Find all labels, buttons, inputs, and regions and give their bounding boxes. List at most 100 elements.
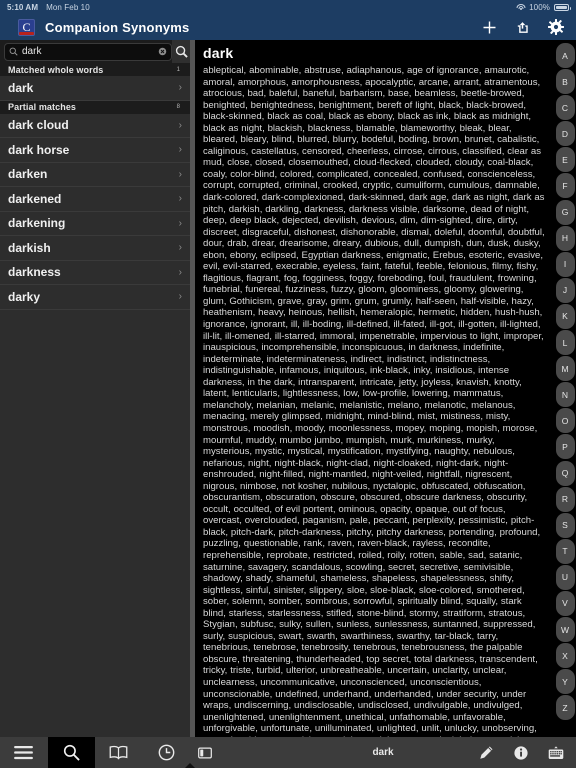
book-icon	[109, 745, 128, 760]
list-item-label: darky	[8, 289, 41, 304]
alpha-index-c[interactable]: C	[555, 95, 575, 121]
search-icon	[9, 47, 18, 56]
bottom-toolbar: dark	[0, 737, 576, 768]
list-item[interactable]: darkened ›	[0, 187, 190, 212]
magnifier-button[interactable]	[172, 40, 190, 63]
status-time: 5:10 AM	[7, 2, 39, 12]
navigation-bar: C Companion Synonyms	[0, 14, 576, 40]
tab-history[interactable]	[143, 737, 191, 768]
chevron-right-icon: ›	[178, 217, 182, 229]
alpha-index-z[interactable]: Z	[555, 695, 575, 721]
list-item-label: darkness	[8, 265, 61, 280]
alpha-index-u[interactable]: U	[555, 564, 575, 590]
alpha-index-g[interactable]: G	[555, 199, 575, 225]
list-item[interactable]: dark ›	[0, 76, 190, 101]
sidebar-toggle-icon	[198, 746, 212, 759]
chevron-right-icon: ›	[178, 266, 182, 278]
sidebar-toggle-button[interactable]	[198, 746, 212, 760]
list-item-label: darkening	[8, 216, 66, 231]
settings-button[interactable]	[548, 19, 564, 35]
page-title: dark	[203, 45, 234, 61]
list-item[interactable]: darky ›	[0, 285, 190, 310]
alpha-index-h[interactable]: H	[555, 225, 575, 251]
chevron-right-icon: ›	[178, 82, 182, 94]
alpha-index-w[interactable]: W	[555, 617, 575, 643]
list-item[interactable]: darken ›	[0, 162, 190, 187]
tab-book[interactable]	[95, 737, 143, 768]
list-item-label: darkish	[8, 240, 51, 255]
section-count: 1	[176, 66, 180, 73]
alpha-index-r[interactable]: R	[555, 486, 575, 512]
info-button[interactable]	[514, 745, 528, 760]
chevron-right-icon: ›	[178, 193, 182, 205]
add-button[interactable]	[482, 20, 497, 35]
alpha-index-v[interactable]: V	[555, 590, 575, 616]
list-item[interactable]: darkish ›	[0, 236, 190, 261]
chevron-right-icon: ›	[178, 291, 182, 303]
app-icon: C	[18, 18, 35, 36]
search-row	[0, 40, 190, 63]
alpha-index-o[interactable]: O	[555, 408, 575, 434]
status-bar: 5:10 AM Mon Feb 10 100%	[0, 0, 576, 14]
chevron-right-icon: ›	[178, 168, 182, 180]
tab-search[interactable]	[47, 737, 95, 768]
section-title: Matched whole words	[8, 64, 104, 75]
alpha-index-s[interactable]: S	[555, 512, 575, 538]
content-toolbar: dark	[190, 737, 576, 768]
list-item[interactable]: dark horse ›	[0, 138, 190, 163]
content-pane: dark ableptical, abominable, abstruse, a…	[190, 40, 576, 737]
search-field[interactable]	[4, 42, 172, 61]
list-item-label: dark horse	[8, 142, 70, 157]
tab-menu[interactable]	[0, 737, 48, 768]
tab-bar	[0, 737, 190, 768]
section-title: Partial matches	[8, 102, 77, 112]
alpha-index-l[interactable]: L	[555, 330, 575, 356]
alpha-index-b[interactable]: B	[555, 69, 575, 95]
alpha-index-f[interactable]: F	[555, 173, 575, 199]
status-date: Mon Feb 10	[46, 2, 90, 12]
share-button[interactable]	[515, 20, 530, 35]
pencil-icon	[480, 746, 493, 759]
keyboard-button[interactable]	[548, 745, 564, 760]
alpha-index-p[interactable]: P	[555, 434, 575, 460]
clock-icon	[158, 744, 175, 761]
chevron-right-icon: ›	[178, 144, 182, 156]
edit-button[interactable]	[479, 745, 494, 760]
search-input[interactable]	[22, 46, 154, 57]
alpha-index-k[interactable]: K	[555, 303, 575, 329]
info-icon	[514, 745, 528, 760]
list-item-label: dark cloud	[8, 118, 69, 133]
alpha-index-i[interactable]: I	[555, 251, 575, 277]
alphabet-index[interactable]: A B C D E F G H I J K L M N O P Q R S T	[554, 40, 576, 737]
app-icon-letter: C	[22, 20, 31, 34]
battery-percent: 100%	[529, 2, 550, 12]
alpha-index-d[interactable]: D	[555, 121, 575, 147]
alpha-index-m[interactable]: M	[555, 356, 575, 382]
alpha-index-e[interactable]: E	[555, 147, 575, 173]
results-list[interactable]: Matched whole words 1 dark › Partial mat…	[0, 63, 190, 737]
list-item[interactable]: darkening ›	[0, 211, 190, 236]
alpha-index-q[interactable]: Q	[555, 460, 575, 486]
clear-icon[interactable]	[158, 47, 167, 56]
toolbar-divider	[185, 763, 195, 768]
alpha-index-n[interactable]: N	[555, 382, 575, 408]
battery-icon	[554, 3, 571, 11]
sidebar: Matched whole words 1 dark › Partial mat…	[0, 40, 190, 737]
alpha-index-t[interactable]: T	[555, 538, 575, 564]
list-item[interactable]: darkness ›	[0, 260, 190, 285]
list-item-label: dark	[8, 80, 34, 95]
list-item-label: darkened	[8, 191, 62, 206]
list-item-label: darken	[8, 167, 48, 182]
article: dark ableptical, abominable, abstruse, a…	[195, 40, 554, 737]
section-header-matched-whole-words: Matched whole words 1	[0, 63, 190, 76]
alpha-index-x[interactable]: X	[555, 643, 575, 669]
keyboard-icon	[548, 745, 564, 759]
section-count: 8	[176, 104, 180, 110]
list-item[interactable]: dark cloud ›	[0, 113, 190, 138]
hamburger-icon	[14, 745, 34, 760]
alpha-index-j[interactable]: J	[555, 277, 575, 303]
magnifier-icon	[175, 45, 188, 58]
app-window: 5:10 AM Mon Feb 10 100% C Companion Syno…	[0, 0, 576, 768]
alpha-index-a[interactable]: A	[555, 43, 575, 68]
alpha-index-y[interactable]: Y	[555, 669, 575, 695]
